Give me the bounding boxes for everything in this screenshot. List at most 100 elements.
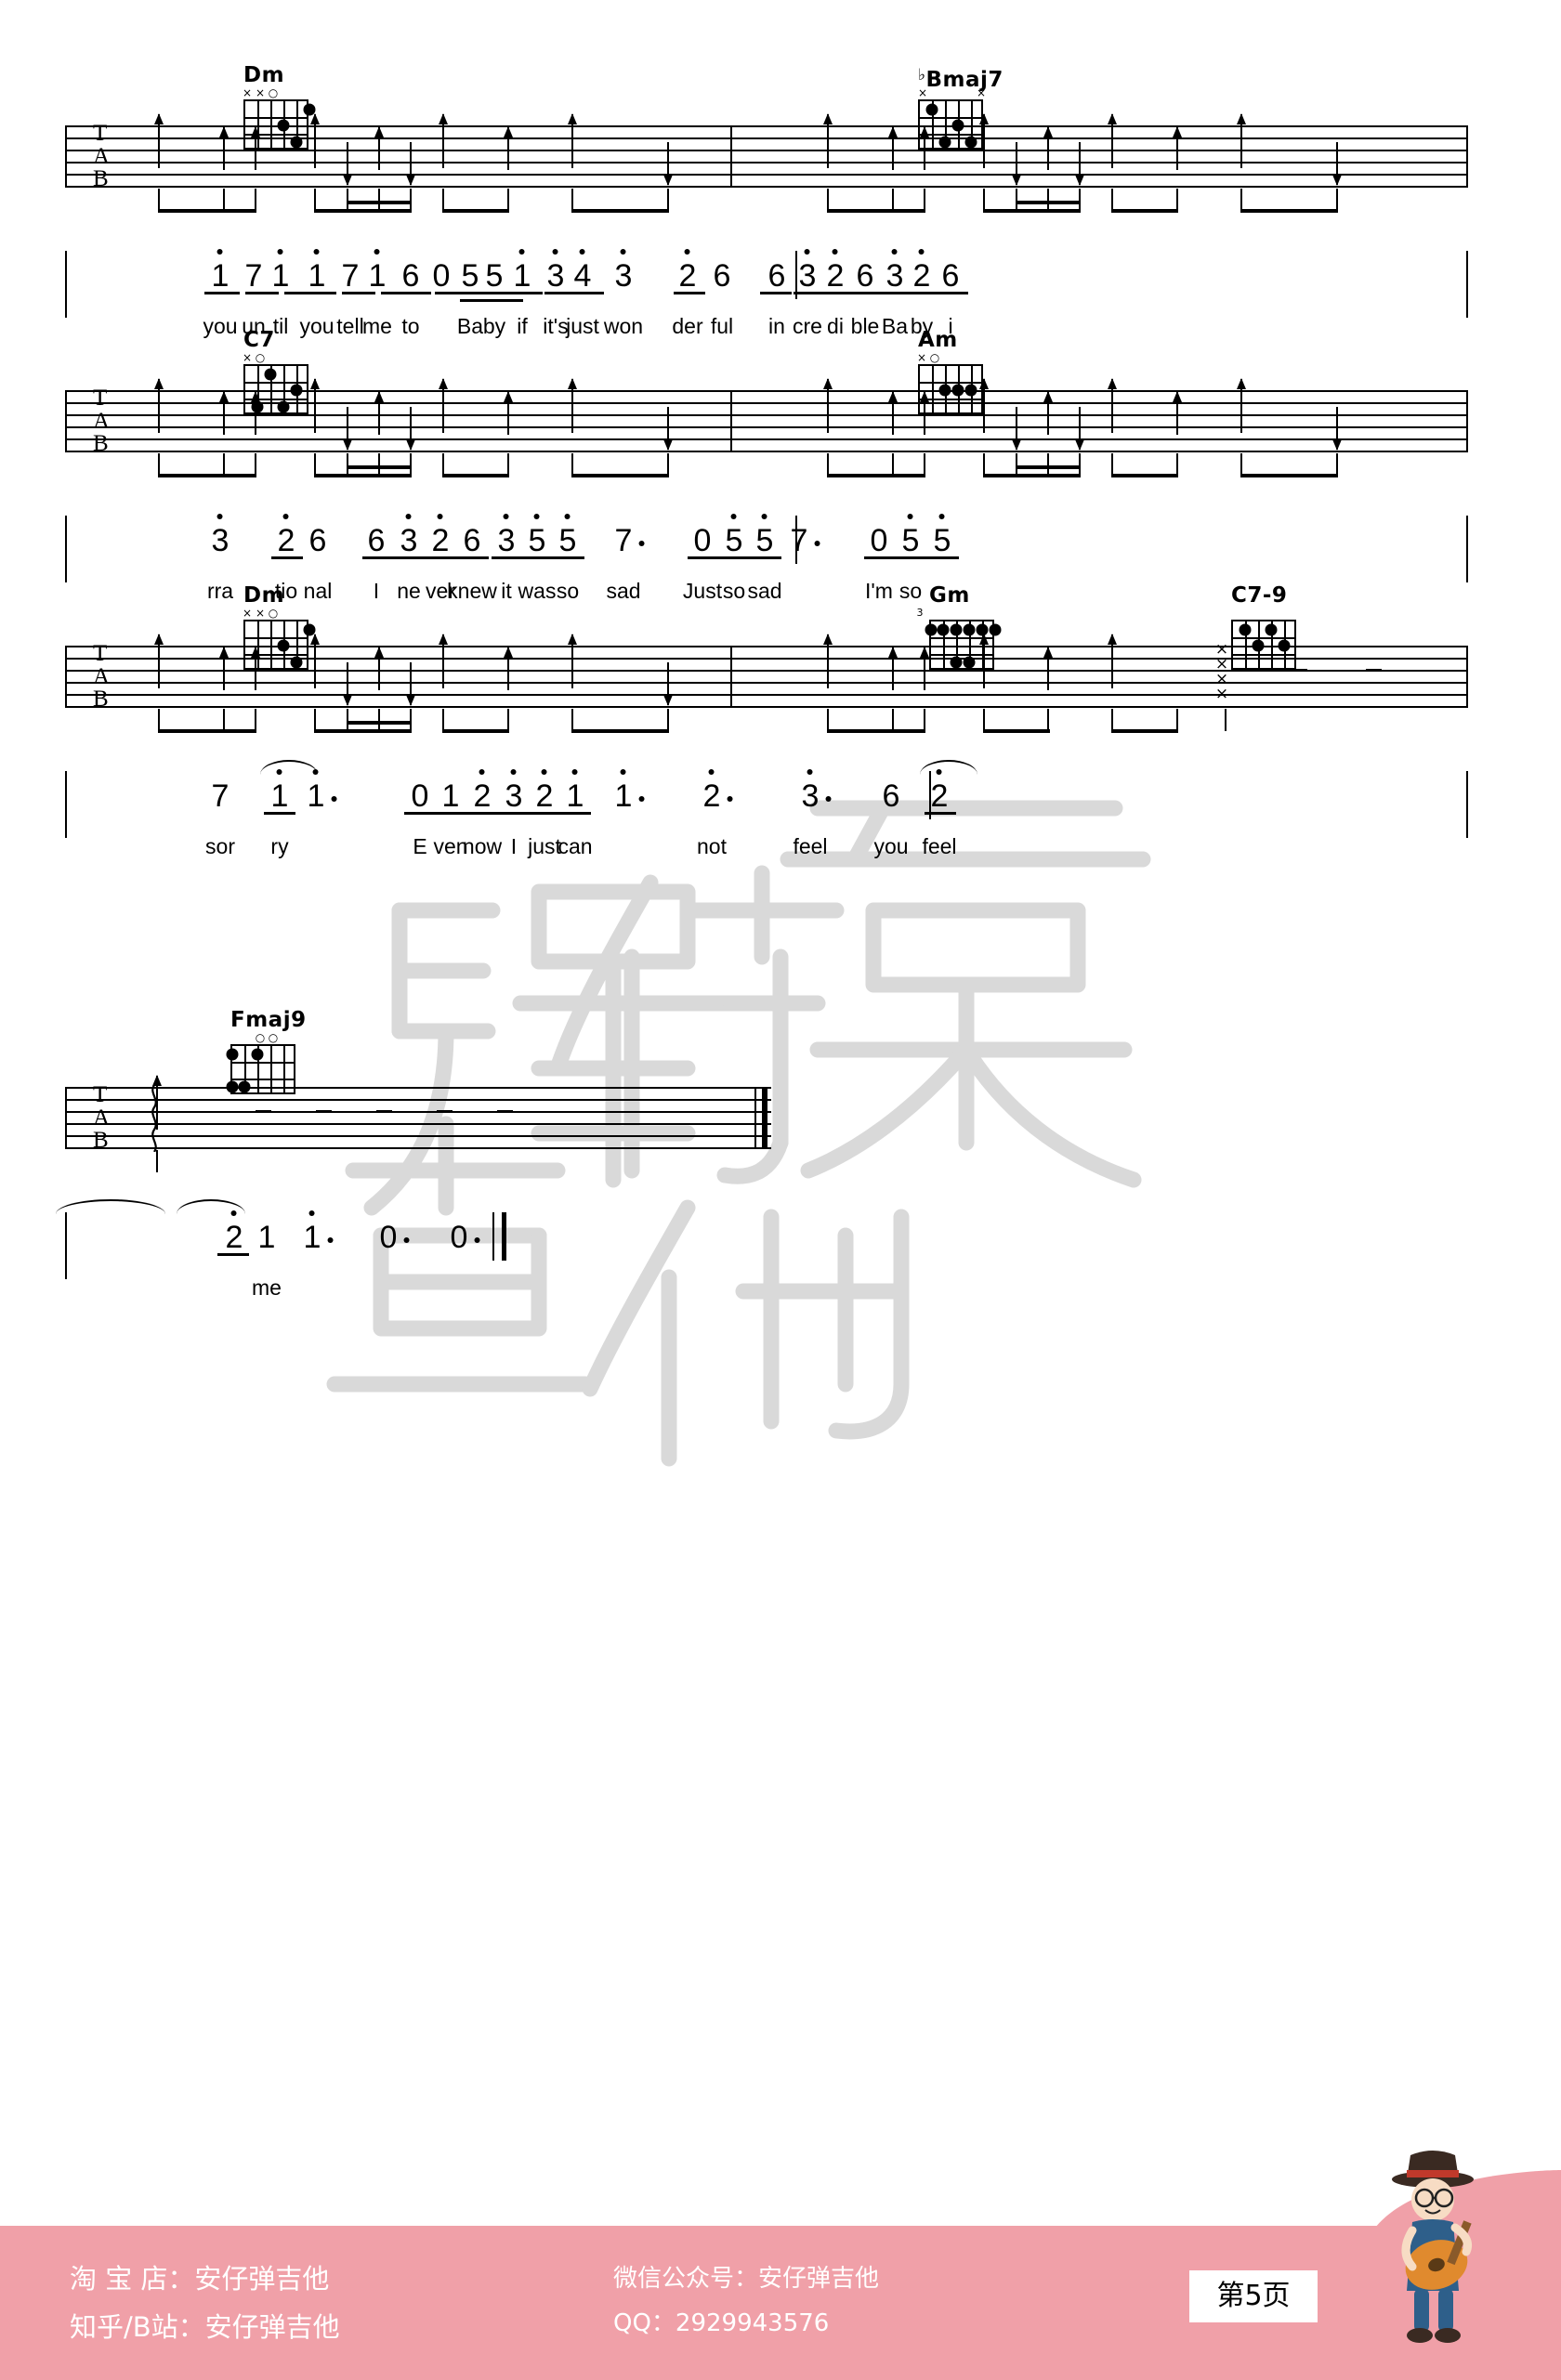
note-number: 5 [934,514,951,556]
lyric-syllable: feel [922,834,957,858]
note-number: 6 [401,258,420,294]
chord-name-label: C7 [243,328,275,352]
chord-name-label: Fmaj9 [230,1008,307,1032]
octave-dot [518,249,525,255]
mute-x-icon: × [1214,685,1229,703]
strum-up-arrow [1107,634,1116,688]
chord-open-mute-marks: × × ○ [242,607,279,620]
measure-barline [730,646,732,708]
note-number: 1 [567,769,584,812]
lyric-syllable: me [362,314,392,338]
lyric-syllable: rra [206,579,234,603]
note-number: 1 [304,1210,334,1253]
rhythm-beams-3 [65,709,1468,740]
lyric-syllable: di [827,314,844,338]
tab-letter-a: A [93,664,111,689]
lyric-syllable: Ba [881,314,909,338]
strum-down-arrow [405,407,414,451]
lyric-syllable: now [462,834,503,858]
chord-name-label: ♭Bmaj7 [918,66,1004,92]
lyric-syllable: sor [205,834,235,858]
lyric-syllable: ne [397,579,421,603]
note-number: 7 [211,778,230,814]
lyric-syllable: so [556,579,580,603]
strum-up-arrow [438,378,447,433]
chord-open-mute-marks: × × ○ [242,86,279,99]
strum-down-arrow [342,407,351,451]
note-number: 6 [367,523,386,558]
note-number: 5 [902,514,919,556]
lyric-syllable: it's [543,314,569,338]
octave-dot [216,249,223,255]
footer-taobao-shop: 淘 宝 店：安仔弹吉他 [70,2263,330,2295]
strum-up-arrow [1043,391,1052,435]
tab-letter-t: T [93,386,108,411]
octave-dot [437,514,443,519]
sheet-music-page: Dm × × ○ ♭Bmaj7 × × T A B 1 7 1 1 7 1 6 … [0,0,1561,2380]
chord-open-mute-marks: × × [917,86,987,99]
octave-dot [907,514,913,519]
lyric-syllable: ble [850,314,880,338]
octave-dot [891,249,898,255]
tab-letter-b: B [93,431,109,456]
numbered-notation-1: 17117160551343266326326 [65,242,1468,318]
note-number: 5 [559,514,576,556]
octave-dot [277,249,283,255]
lyric-syllable: if [517,314,528,338]
lyric-syllable: I [373,579,380,603]
strum-down-arrow [662,407,672,451]
strum-up-arrow [374,647,383,690]
augmentation-dot [474,1237,480,1243]
octave-dot [936,769,942,775]
chord-finger-dot [1239,623,1252,636]
octave-dot [620,769,626,775]
octave-dot [276,769,282,775]
octave-dot [282,514,289,519]
note-number: 1 [369,249,386,292]
strum-up-arrow [978,634,988,688]
note-number: 4 [574,249,591,292]
augmentation-dot [638,541,645,546]
note-number: 3 [799,249,816,292]
strum-down-arrow [342,142,351,186]
lyric-syllable: you [203,314,238,338]
strum-up-arrow [919,647,928,690]
chord-finger-dot [251,1048,264,1061]
chord-name-label: Gm [929,583,970,608]
strum-up-arrow [1043,126,1052,170]
note-number: 6 [463,523,481,558]
tie-slur [260,760,318,775]
final-barline-thin [754,1087,756,1149]
octave-dot [761,514,767,519]
tab-letter-t: T [93,121,108,146]
note-number: 3 [212,514,229,556]
measure-barline [730,125,732,188]
octave-dot [807,769,813,775]
strum-up-arrow [1236,378,1245,433]
octave-dot [804,249,810,255]
page-footer: 淘 宝 店：安仔弹吉他 知乎/B站：安仔弹吉他 微信公众号：安仔弹吉他 QQ：2… [0,2151,1561,2380]
chord-finger-dot [950,623,963,636]
chord-finger-dot [937,623,950,636]
tab-letter-a: A [93,409,111,434]
note-number: 2 [931,769,948,812]
note-number: 2 [474,769,491,812]
note-number: 1 [272,249,289,292]
note-number: 6 [882,778,900,814]
chord-finger-dot [226,1048,239,1061]
tab-staff-3: T A B × × × × [65,634,1468,716]
tab-staff-2: T A B [65,378,1468,461]
lyric-syllable: not [697,834,727,858]
strum-up-arrow [250,647,259,690]
strum-up-arrow [153,634,163,688]
octave-dot [312,769,319,775]
octave-dot [620,249,626,255]
lyric-syllable: won [603,314,644,338]
note-number: 2 [432,514,449,556]
octave-dot [571,769,578,775]
rhythm-beams-1 [65,189,1468,220]
note-number: 6 [941,258,960,294]
note-number: 7 [341,258,360,294]
lyric-syllable: just [528,834,561,858]
strum-up-arrow [1107,113,1116,168]
